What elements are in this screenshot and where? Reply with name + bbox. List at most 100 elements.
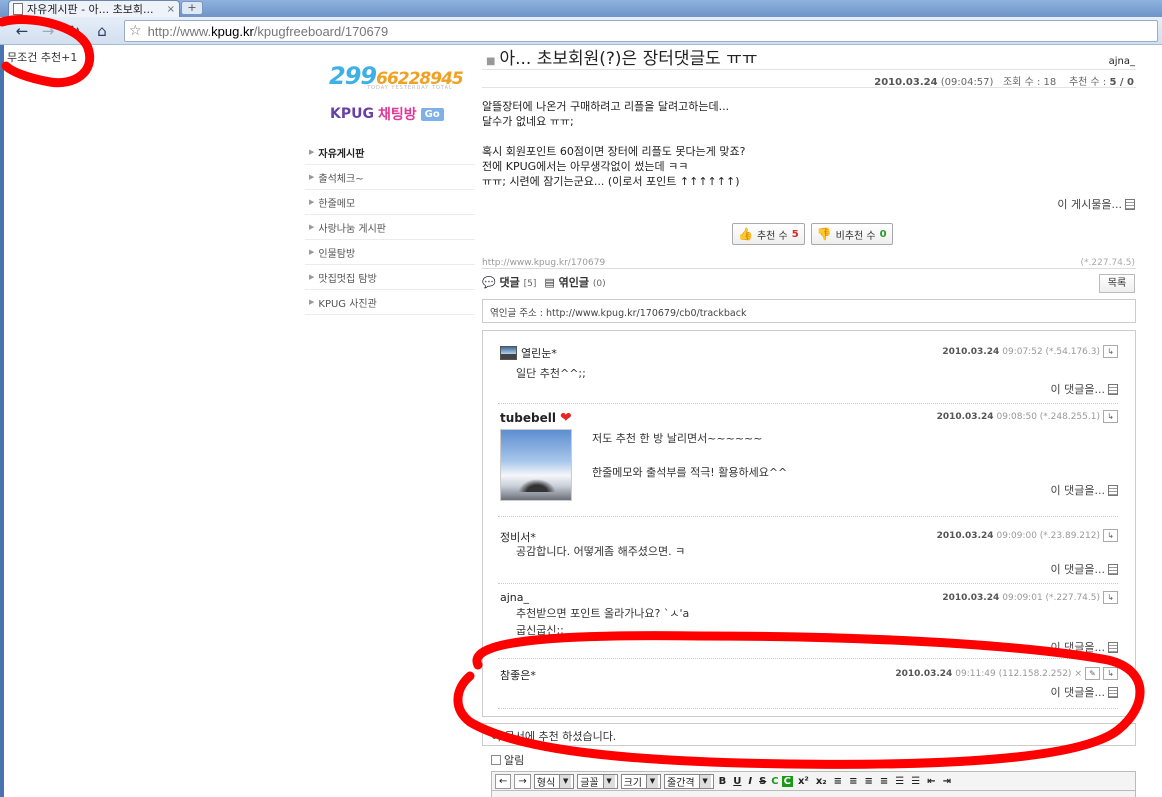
reply-icon[interactable]: ↳ xyxy=(1103,591,1118,604)
comment-text: 일단 추천^^;; xyxy=(516,367,586,380)
italic-button[interactable]: I xyxy=(746,776,754,787)
bookmark-star-icon[interactable]: ☆ xyxy=(129,23,142,39)
comment-meta: 2010.03.24 09:11:49 (112.158.2.252) × ✎ ↳ xyxy=(895,667,1118,680)
reply-icon[interactable]: ↳ xyxy=(1103,410,1118,423)
reply-icon[interactable]: ↳ xyxy=(1103,345,1118,358)
document-icon xyxy=(1108,686,1118,698)
counter-caption: TODAY YESTERDAY TOTAL xyxy=(367,85,453,91)
sidebar-item-restaurants[interactable]: ▶ 맛집멋집 탐방 xyxy=(305,265,475,290)
reload-icon[interactable]: ↻ xyxy=(64,21,84,41)
delete-icon[interactable]: × xyxy=(1074,669,1082,679)
line-height-select[interactable]: 줄간격 ▼ xyxy=(664,773,714,789)
align-right-icon[interactable]: ≡ xyxy=(862,776,874,787)
comment-meta: 2010.03.24 09:07:52 (*.54.176.3) ↳ xyxy=(942,345,1118,358)
profile-image xyxy=(500,429,572,501)
browser-tab[interactable]: 자유게시판 - 아... 초보회... × xyxy=(8,0,180,17)
divider xyxy=(482,268,1136,269)
sidebar-menu: ▶ 자유게시판 ▶ 출석체크~ ▶ 한줄메모 ▶ 사랑나눔 게시판 ▶ 인물탐방 ▶ 맛집멋… xyxy=(305,140,475,315)
notify-checkbox[interactable] xyxy=(491,755,501,765)
comment-meta: 2010.03.24 09:09:01 (*.227.74.5) ↳ xyxy=(942,591,1118,604)
post-author[interactable]: ajna_ xyxy=(1109,56,1135,67)
sidebar-item-people[interactable]: ▶ 인물탐방 xyxy=(305,240,475,265)
bold-button[interactable]: B xyxy=(717,776,729,787)
font-select[interactable]: 글꼴 ▼ xyxy=(577,773,618,789)
underline-button[interactable]: U xyxy=(731,776,743,787)
divider xyxy=(498,708,1118,709)
home-icon[interactable]: ⌂ xyxy=(92,21,112,41)
comment-tabs: 💬 댓글 [5] ▤ 엮인글 (0) xyxy=(482,274,606,290)
reply-icon[interactable]: ↳ xyxy=(1103,529,1118,542)
undo-button[interactable]: ← xyxy=(495,773,512,789)
recommend-button[interactable]: 👍 추천 수5 xyxy=(732,223,805,245)
comment-item: 열린눈* 2010.03.24 09:07:52 (*.54.176.3) ↳ 일단… xyxy=(498,345,1118,405)
comment-author[interactable]: 참좋은* xyxy=(500,667,536,683)
superscript-button[interactable]: x² xyxy=(796,776,811,787)
justify-icon[interactable]: ≡ xyxy=(878,776,890,787)
comment-item: 정비서* 2010.03.24 09:09:00 (*.23.89.212) ↳ 공… xyxy=(498,529,1118,579)
chat-room-banner[interactable]: KPUG 채팅방 Go xyxy=(330,104,444,124)
post-title: ■ 아... 초보회원(?)은 장터댓글도 ㅠㅠ xyxy=(486,49,758,69)
sidebar-item-memo[interactable]: ▶ 한줄메모 xyxy=(305,190,475,215)
reply-icon[interactable]: ↳ xyxy=(1103,667,1118,680)
forward-icon[interactable]: → xyxy=(38,21,58,41)
edit-icon[interactable]: ✎ xyxy=(1085,667,1100,680)
chat-go-button[interactable]: Go xyxy=(420,107,444,121)
close-tab-icon[interactable]: × xyxy=(167,4,175,15)
avatar xyxy=(500,346,517,360)
comment-item: ajna_ 2010.03.24 09:09:01 (*.227.74.5) ↳ 추… xyxy=(498,591,1118,657)
size-select[interactable]: 크기 ▼ xyxy=(620,773,661,789)
comment-more-menu[interactable]: 이 댓글을... xyxy=(1051,561,1118,577)
document-icon xyxy=(1108,484,1118,496)
document-icon xyxy=(1108,563,1118,575)
comment-author[interactable]: ajna_ xyxy=(500,591,529,604)
outdent-icon[interactable]: ⇤ xyxy=(925,776,937,787)
editor-area[interactable] xyxy=(491,791,1136,797)
browser-toolbar: ← → ↻ ⌂ ☆ http://www.kpug.kr/kpugfreeboa… xyxy=(0,17,1162,45)
comment-more-menu[interactable]: 이 댓글을... xyxy=(1051,684,1118,700)
sidebar-item-attendance[interactable]: ▶ 출석체크~ xyxy=(305,165,475,190)
tab-trackbacks[interactable]: ▤ 엮인글 (0) xyxy=(544,274,605,290)
window-edge xyxy=(0,45,4,797)
comment-author[interactable]: 열린눈* xyxy=(500,345,557,361)
tab-comments[interactable]: 💬 댓글 [5] xyxy=(482,274,536,290)
back-icon[interactable]: ← xyxy=(12,21,32,41)
comments-list: 열린눈* 2010.03.24 09:07:52 (*.54.176.3) ↳ 일단… xyxy=(482,330,1136,717)
text-color-button[interactable]: C xyxy=(771,776,778,787)
comment-author[interactable]: tubebell ❤ xyxy=(500,410,572,426)
unordered-list-icon[interactable]: ☰ xyxy=(909,776,922,787)
document-icon xyxy=(1125,198,1135,210)
sidebar-item-freeboard[interactable]: ▶ 자유게시판 xyxy=(305,140,475,165)
heart-icon: ❤ xyxy=(559,410,572,426)
align-center-icon[interactable]: ≡ xyxy=(847,776,859,787)
comment-more-menu[interactable]: 이 댓글을... xyxy=(1051,482,1118,498)
post-ip: (*.227.74.5) xyxy=(1080,258,1135,268)
ordered-list-icon[interactable]: ☰ xyxy=(893,776,906,787)
document-icon xyxy=(1108,383,1118,395)
list-button[interactable]: 목록 xyxy=(1099,274,1135,293)
not-recommend-button[interactable]: 👎 비추천 수0 xyxy=(810,223,893,245)
comment-meta: 2010.03.24 09:08:50 (*.248.255.1) ↳ xyxy=(937,410,1118,423)
divider xyxy=(498,516,1118,517)
recommend-notice: 이 문서에 추천 하셨습니다. xyxy=(482,723,1136,746)
subscript-button[interactable]: x₂ xyxy=(814,776,829,787)
align-left-icon[interactable]: ≡ xyxy=(832,776,844,787)
bg-color-button[interactable]: C xyxy=(781,775,793,787)
address-bar[interactable]: ☆ http://www.kpug.kr/kpugfreeboard/17067… xyxy=(124,20,1158,42)
format-select[interactable]: 형식 ▼ xyxy=(533,773,575,789)
strike-button[interactable]: S xyxy=(757,776,768,787)
comment-more-menu[interactable]: 이 댓글을... xyxy=(1051,381,1118,397)
thumbs-up-icon: 👍 xyxy=(738,227,753,241)
permalink[interactable]: http://www.kpug.kr/170679 xyxy=(482,258,605,268)
divider xyxy=(498,403,1118,404)
document-icon xyxy=(1108,641,1118,653)
redo-button[interactable]: → xyxy=(514,773,531,789)
notify-option[interactable]: 알림 xyxy=(491,752,524,768)
divider xyxy=(498,583,1118,584)
browser-tabstrip: 자유게시판 - 아... 초보회... × + xyxy=(0,0,1162,17)
indent-icon[interactable]: ⇥ xyxy=(941,776,953,787)
comment-more-menu[interactable]: 이 댓글을... xyxy=(1051,639,1118,655)
new-tab-button[interactable]: + xyxy=(181,1,203,15)
sidebar-item-photos[interactable]: ▶ KPUG 사진관 xyxy=(305,290,475,315)
post-more-menu[interactable]: 이 게시물을... xyxy=(1057,196,1135,212)
sidebar-item-sharing[interactable]: ▶ 사랑나눔 게시판 xyxy=(305,215,475,240)
